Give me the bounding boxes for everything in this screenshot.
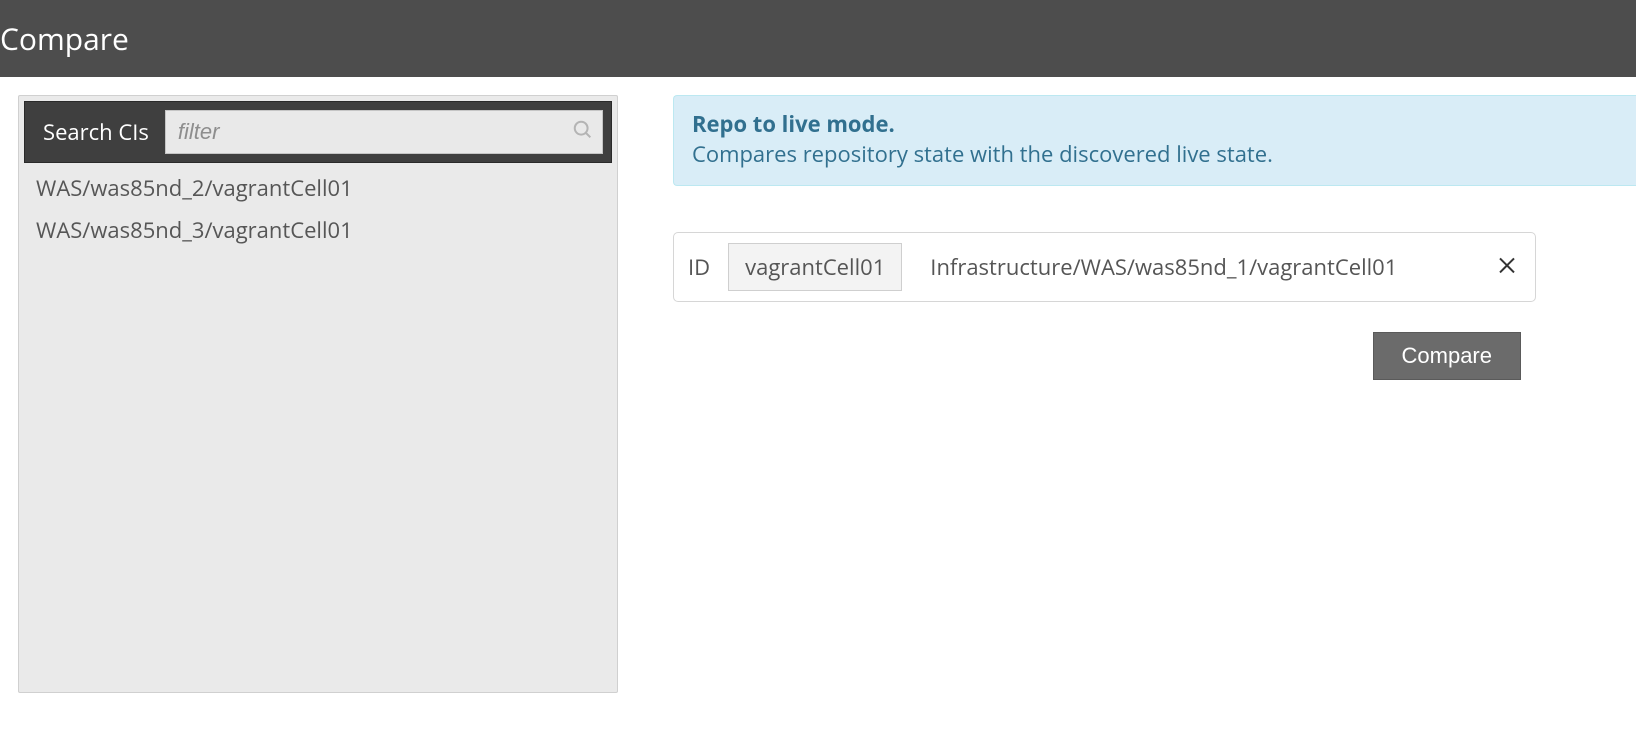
- info-banner: Repo to live mode. Compares repository s…: [673, 95, 1636, 186]
- close-icon[interactable]: [1495, 252, 1519, 283]
- list-item[interactable]: WAS/was85nd_2/vagrantCell01: [24, 167, 612, 209]
- list-item[interactable]: WAS/was85nd_3/vagrantCell01: [24, 209, 612, 251]
- selected-ci-row: ID vagrantCell01 Infrastructure/WAS/was8…: [673, 232, 1536, 302]
- info-banner-body: Compares repository state with the disco…: [692, 139, 1273, 169]
- selected-cell-name: vagrantCell01: [728, 243, 902, 291]
- search-icon[interactable]: [572, 119, 594, 146]
- main-panel: Repo to live mode. Compares repository s…: [673, 95, 1636, 693]
- search-label: Search CIs: [43, 117, 149, 147]
- page-title: Compare: [0, 18, 129, 59]
- ci-list: WAS/was85nd_2/vagrantCell01 WAS/was85nd_…: [24, 167, 612, 251]
- search-bar: Search CIs: [24, 101, 612, 163]
- search-panel: Search CIs WAS/was85nd_2/vagrantCell01 W…: [18, 95, 618, 693]
- search-input[interactable]: [178, 119, 572, 145]
- info-banner-title: Repo to live mode.: [692, 109, 895, 139]
- compare-button[interactable]: Compare: [1373, 332, 1521, 380]
- id-label: ID: [688, 252, 710, 282]
- selected-ci-path: Infrastructure/WAS/was85nd_1/vagrantCell…: [930, 252, 1477, 282]
- search-input-container: [165, 110, 603, 154]
